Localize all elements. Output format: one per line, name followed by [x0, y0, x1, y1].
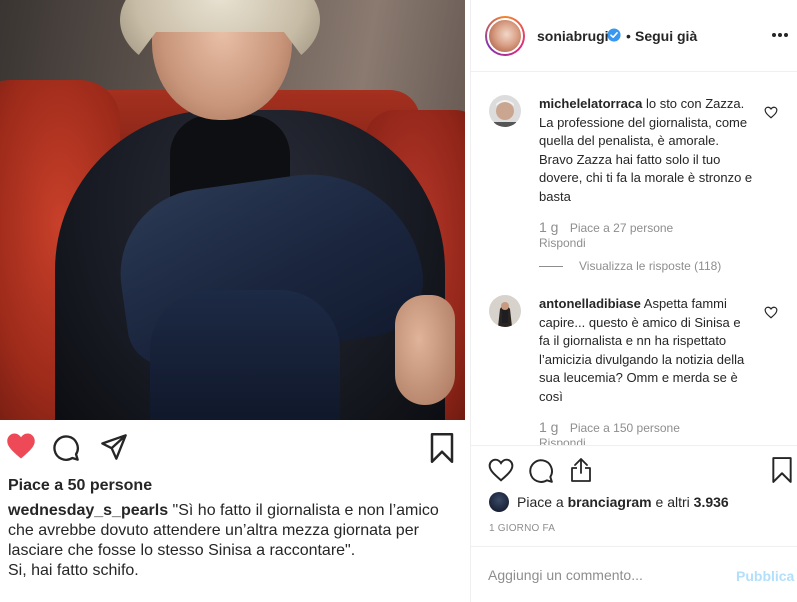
post-photo[interactable]: [0, 0, 465, 420]
liked-by-prefix: Piace a: [517, 494, 568, 510]
verified-badge-icon: [607, 28, 621, 42]
following-button[interactable]: Segui già: [635, 28, 697, 44]
comments-list[interactable]: michelelatorraca lo sto con Zazza. La pr…: [471, 73, 797, 445]
comment-like-icon[interactable]: [764, 106, 778, 119]
author-username[interactable]: soniabrugi: [537, 28, 609, 44]
publish-button[interactable]: Pubblica: [736, 568, 794, 584]
comment-likes[interactable]: Piace a 27 persone: [570, 221, 673, 235]
post-header: soniabrugi • Segui già: [471, 0, 797, 72]
comment-item: antonelladibiase Aspetta fammi capire...…: [471, 273, 797, 445]
comment-username[interactable]: michelelatorraca: [539, 96, 642, 111]
liked-by-text: Piace a branciagram e altri 3.936: [517, 494, 729, 510]
header-separator: •: [626, 28, 631, 44]
comment-text: Aspetta fammi capire... questo è amico d…: [539, 296, 745, 404]
more-options-icon[interactable]: [771, 30, 789, 40]
author-avatar[interactable]: [485, 16, 525, 56]
comment-body: michelelatorraca lo sto con Zazza. La pr…: [539, 95, 755, 207]
comment-username[interactable]: antonelladibiase: [539, 296, 641, 311]
liked-by-count[interactable]: 3.936: [694, 494, 729, 510]
liker-avatar[interactable]: [489, 492, 509, 512]
comment-icon[interactable]: [528, 458, 554, 484]
reply-button[interactable]: Rispondi: [539, 236, 586, 250]
commenter-avatar[interactable]: [489, 95, 521, 127]
bookmark-icon[interactable]: [429, 433, 455, 463]
photo-hand: [395, 295, 455, 405]
liked-by-user[interactable]: branciagram: [568, 494, 652, 510]
post-action-bar: [0, 420, 465, 472]
post-likes-count[interactable]: Piace a 50 persone: [8, 477, 152, 495]
comment-like-icon[interactable]: [764, 306, 778, 319]
heart-icon[interactable]: [6, 432, 36, 460]
comment-meta: 1 g Piace a 150 persone: [539, 419, 680, 435]
caption-text-tail: Si, hai fatto schifo.: [8, 562, 139, 579]
share-icon[interactable]: [100, 433, 128, 461]
caption-username[interactable]: wednesday_s_pearls: [8, 502, 168, 519]
bookmark-icon[interactable]: [771, 457, 793, 483]
thread-line: [539, 266, 563, 268]
photo-leg-lower: [150, 290, 340, 420]
comment-icon[interactable]: [52, 434, 80, 462]
post-caption: wednesday_s_pearls "Sì ho fatto il giorn…: [8, 501, 460, 581]
view-replies-label: Visualizza le risposte (118): [579, 259, 722, 273]
reply-button[interactable]: Rispondi: [539, 436, 586, 445]
comment-text: lo sto con Zazza. La professione del gio…: [539, 96, 753, 204]
comment-age: 1 g: [539, 219, 559, 235]
liked-by-suffix: e altri: [651, 494, 694, 510]
commenter-avatar[interactable]: [489, 295, 521, 327]
post-side-panel: soniabrugi • Segui già michelelatorraca: [471, 0, 797, 602]
heart-outline-icon[interactable]: [488, 458, 514, 482]
upload-share-icon[interactable]: [569, 457, 593, 483]
view-replies-button[interactable]: Visualizza le risposte (118): [539, 259, 721, 273]
comment-input[interactable]: [488, 565, 718, 585]
comment-likes[interactable]: Piace a 150 persone: [570, 421, 680, 435]
comment-item: michelelatorraca lo sto con Zazza. La pr…: [471, 73, 797, 273]
comment-age: 1 g: [539, 419, 559, 435]
comment-meta: 1 g Piace a 27 persone: [539, 219, 673, 235]
post-timestamp[interactable]: 1 GIORNO FA: [489, 523, 555, 534]
comment-body: antonelladibiase Aspetta fammi capire...…: [539, 295, 755, 407]
add-comment-form: Pubblica: [471, 546, 797, 602]
